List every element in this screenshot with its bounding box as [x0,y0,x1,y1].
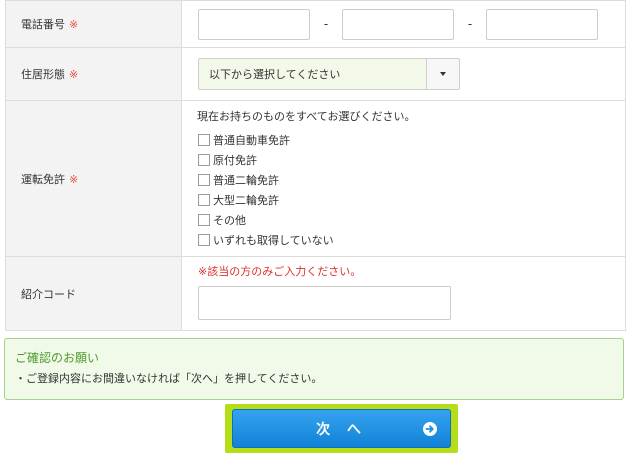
notice-title: ご確認のお願い [15,351,100,365]
checkbox[interactable] [198,233,210,246]
phone-field-1[interactable] [198,8,310,40]
housing-select-value: 以下から選択してください [209,68,341,81]
license-option-label: その他 [213,213,246,227]
phone-label: 電話番号 [21,18,65,31]
registration-form-table: 電話番号 ※ - - 住居形態 ※ 以下から選択してください 運転免許 ※ 現在… [5,0,626,331]
checkbox[interactable] [198,153,210,166]
license-option[interactable]: その他 [198,210,625,230]
required-mark: ※ [69,18,79,31]
housing-label-cell: 住居形態 ※ [5,47,182,101]
license-label-cell: 運転免許 ※ [5,100,182,257]
referral-value-cell: ※該当の方のみご入力ください。 [181,256,626,331]
checkbox[interactable] [198,193,210,206]
next-button-highlight: 次 へ [225,404,458,453]
housing-value-cell: 以下から選択してください [181,47,626,101]
referral-label: 紹介コード [21,287,76,301]
license-option[interactable]: 普通自動車免許 [198,130,625,150]
housing-select[interactable]: 以下から選択してください [198,58,426,90]
license-option-label: 大型二輪免許 [213,193,279,207]
notice-text: ・ご登録内容にお間違いなければ「次へ」を押してください。 [15,372,323,385]
required-mark: ※ [69,172,79,186]
phone-separator: - [467,17,473,31]
phone-field-2[interactable] [342,8,454,40]
next-button[interactable]: 次 へ [232,409,451,448]
housing-row: 住居形態 ※ 以下から選択してください [5,47,626,101]
checkbox[interactable] [198,173,210,186]
referral-label-cell: 紹介コード [5,256,182,331]
license-option-label: 普通自動車免許 [213,133,290,147]
license-intro: 現在お持ちのものをすべてお選びください。 [197,109,416,123]
phone-label-cell: 電話番号 ※ [5,0,182,48]
housing-label: 住居形態 [21,68,65,81]
license-option-label: 原付免許 [213,153,257,167]
checkbox[interactable] [198,213,210,226]
license-value-cell: 現在お持ちのものをすべてお選びください。 普通自動車免許 原付免許 普通二輪免許… [181,100,626,257]
phone-row: 電話番号 ※ - - [5,0,626,48]
license-option[interactable]: いずれも取得していない [198,230,625,250]
referral-row: 紹介コード ※該当の方のみご入力ください。 [5,256,626,331]
license-row: 運転免許 ※ 現在お持ちのものをすべてお選びください。 普通自動車免許 原付免許 … [5,100,626,257]
confirmation-notice: ご確認のお願い ・ご登録内容にお間違いなければ「次へ」を押してください。 [4,338,624,400]
arrow-right-circle-icon [423,422,437,436]
housing-select-toggle[interactable] [426,58,460,90]
license-option[interactable]: 原付免許 [198,150,625,170]
phone-field-3[interactable] [486,8,598,40]
checkbox[interactable] [198,133,210,146]
next-button-label: 次 へ [316,421,367,438]
referral-code-input[interactable] [198,286,451,320]
license-option-label: 普通二輪免許 [213,173,279,187]
phone-value-cell: - - [181,0,626,48]
caret-down-icon [440,72,446,76]
required-mark: ※ [69,68,79,81]
license-option-label: いずれも取得していない [213,233,334,247]
license-option[interactable]: 大型二輪免許 [198,190,625,210]
phone-separator: - [323,17,329,31]
license-option[interactable]: 普通二輪免許 [198,170,625,190]
referral-note: ※該当の方のみご入力ください。 [198,265,362,278]
license-label: 運転免許 [21,172,65,186]
